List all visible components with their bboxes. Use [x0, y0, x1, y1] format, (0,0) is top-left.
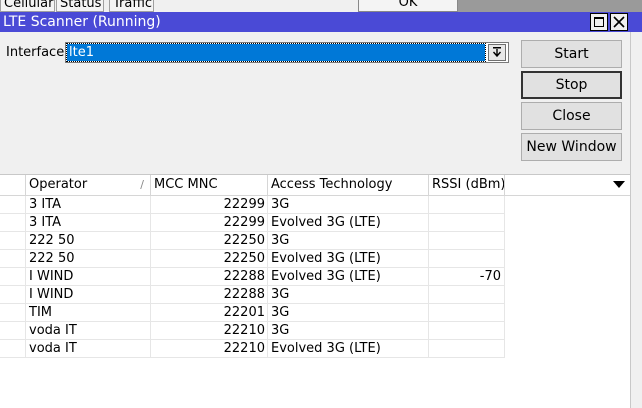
access-technology-cell: Evolved 3G (LTE): [268, 214, 429, 232]
table-row[interactable]: 222 50 22250 3G: [0, 232, 505, 250]
rssi-cell: [429, 214, 505, 232]
table-header: Operator ∕ MCC MNC Access Technology RSS…: [0, 175, 630, 196]
row-flag-cell: [0, 250, 26, 268]
access-technology-cell: Evolved 3G (LTE): [268, 340, 429, 358]
interface-select[interactable]: lte1: [65, 42, 509, 63]
row-flag-cell: [0, 232, 26, 250]
operator-cell: I WIND: [26, 268, 151, 286]
close-button[interactable]: Close: [521, 102, 622, 130]
mcc-mnc-cell: 22201: [151, 304, 268, 322]
table-row[interactable]: TIM 22201 3G: [0, 304, 505, 322]
maximize-icon: [594, 17, 604, 27]
mcc-mnc-cell: 22250: [151, 232, 268, 250]
lte-scanner-screen: Cellular Status Traffic OK LTE Scanner (…: [0, 0, 642, 408]
mcc-mnc-cell: 22299: [151, 214, 268, 232]
mcc-mnc-cell: 22288: [151, 268, 268, 286]
access-technology-cell: 3G: [268, 322, 429, 340]
table-row[interactable]: 3 ITA 22299 Evolved 3G (LTE): [0, 214, 505, 232]
stop-button[interactable]: Stop: [521, 71, 622, 99]
row-flag-cell: [0, 268, 26, 286]
background-tab-cellular[interactable]: Cellular: [0, 0, 55, 12]
operator-cell: 3 ITA: [26, 196, 151, 214]
row-flag-cell: [0, 304, 26, 322]
sort-indicator-icon: ∕: [140, 178, 144, 191]
scan-results-table[interactable]: Operator ∕ MCC MNC Access Technology RSS…: [0, 174, 630, 408]
column-header-mcc-mnc[interactable]: MCC MNC: [151, 175, 268, 195]
rssi-cell: -70: [429, 268, 505, 286]
mcc-mnc-cell: 22250: [151, 250, 268, 268]
table-row[interactable]: 3 ITA 22299 3G: [0, 196, 505, 214]
title-bar[interactable]: LTE Scanner (Running): [0, 12, 642, 32]
maximize-button[interactable]: [590, 13, 608, 31]
mcc-mnc-cell: 22288: [151, 286, 268, 304]
operator-cell: 222 50: [26, 232, 151, 250]
operator-cell: 3 ITA: [26, 214, 151, 232]
rssi-cell: [429, 322, 505, 340]
close-window-button[interactable]: [610, 13, 628, 31]
rssi-cell: [429, 340, 505, 358]
access-technology-cell: 3G: [268, 286, 429, 304]
column-header-flags[interactable]: [0, 175, 26, 195]
table-row[interactable]: 222 50 22250 Evolved 3G (LTE): [0, 250, 505, 268]
interface-dropdown-button[interactable]: [488, 44, 506, 61]
window-title: LTE Scanner (Running): [3, 14, 161, 30]
triangle-down-icon: [613, 181, 625, 188]
column-header-operator[interactable]: Operator ∕: [26, 175, 151, 195]
mcc-mnc-cell: 22210: [151, 322, 268, 340]
interface-label: Interface:: [6, 45, 69, 60]
access-technology-cell: Evolved 3G (LTE): [268, 250, 429, 268]
table-row[interactable]: I WIND 22288 3G: [0, 286, 505, 304]
access-technology-cell: 3G: [268, 304, 429, 322]
mcc-mnc-cell: 22299: [151, 196, 268, 214]
dialog-body: Interface: lte1 Start Stop Close New Win…: [0, 32, 642, 408]
dropdown-arrow-icon: [492, 47, 502, 58]
table-row[interactable]: voda IT 22210 3G: [0, 322, 505, 340]
mcc-mnc-cell: 22210: [151, 340, 268, 358]
column-menu-button[interactable]: [608, 175, 630, 195]
start-button[interactable]: Start: [521, 40, 622, 68]
rssi-cell: [429, 250, 505, 268]
table-row[interactable]: I WIND 22288 Evolved 3G (LTE) -70: [0, 268, 505, 286]
close-icon: [613, 16, 625, 28]
window-edge: [630, 32, 631, 408]
new-window-button[interactable]: New Window: [521, 133, 622, 161]
background-window: Cellular Status Traffic OK: [0, 0, 642, 12]
access-technology-cell: 3G: [268, 196, 429, 214]
interface-value[interactable]: lte1: [66, 43, 486, 62]
access-technology-cell: 3G: [268, 232, 429, 250]
background-ok-button[interactable]: OK: [358, 0, 458, 12]
row-flag-cell: [0, 214, 26, 232]
row-flag-cell: [0, 196, 26, 214]
operator-cell: voda IT: [26, 322, 151, 340]
operator-cell: TIM: [26, 304, 151, 322]
rssi-cell: [429, 304, 505, 322]
operator-cell: 222 50: [26, 250, 151, 268]
background-tab-status[interactable]: Status: [56, 0, 104, 12]
column-header-access-technology[interactable]: Access Technology: [268, 175, 429, 195]
operator-cell: voda IT: [26, 340, 151, 358]
row-flag-cell: [0, 286, 26, 304]
column-header-rssi[interactable]: RSSI (dBm): [429, 175, 505, 195]
row-flag-cell: [0, 340, 26, 358]
operator-cell: I WIND: [26, 286, 151, 304]
column-header-operator-label: Operator: [29, 177, 88, 192]
background-panel: [458, 0, 642, 12]
background-tab-traffic[interactable]: Traffic: [109, 0, 154, 12]
rssi-cell: [429, 286, 505, 304]
access-technology-cell: Evolved 3G (LTE): [268, 268, 429, 286]
rssi-cell: [429, 196, 505, 214]
rssi-cell: [429, 232, 505, 250]
row-flag-cell: [0, 322, 26, 340]
table-row[interactable]: voda IT 22210 Evolved 3G (LTE): [0, 340, 505, 358]
